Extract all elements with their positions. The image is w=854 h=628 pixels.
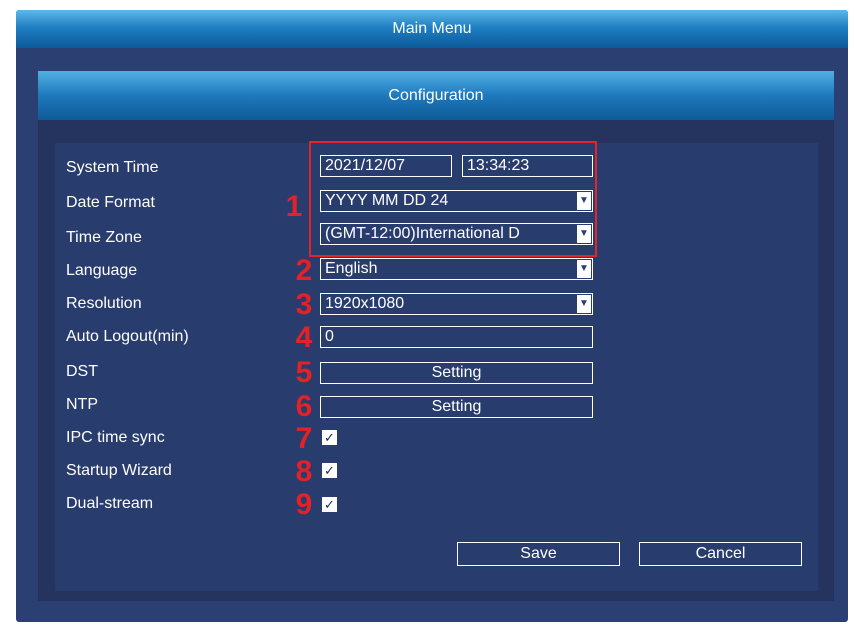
label-startup-wizard: Startup Wizard xyxy=(66,462,172,479)
chevron-down-icon[interactable]: ▼ xyxy=(577,192,591,210)
label-auto-logout: Auto Logout(min) xyxy=(66,328,189,345)
marker-2: 2 xyxy=(295,254,313,287)
dual-stream-checkbox[interactable]: ✓ xyxy=(322,497,337,512)
date-format-select[interactable]: YYYY MM DD 24 ▼ xyxy=(320,190,593,212)
marker-4: 4 xyxy=(295,321,313,354)
dst-setting-button[interactable]: Setting xyxy=(320,362,593,384)
resolution-select[interactable]: 1920x1080 ▼ xyxy=(320,293,593,315)
time-input[interactable]: 13:34:23 xyxy=(462,155,593,177)
main-menu-window: Main Menu Configuration xyxy=(16,10,848,622)
marker-3: 3 xyxy=(295,288,313,321)
auto-logout-input[interactable]: 0 xyxy=(320,326,593,348)
label-dst: DST xyxy=(66,363,98,380)
time-zone-value: (GMT-12:00)International D xyxy=(325,225,520,242)
marker-6: 6 xyxy=(295,390,313,423)
language-value: English xyxy=(325,260,378,277)
panel-title: Configuration xyxy=(38,71,834,120)
marker-9: 9 xyxy=(295,488,313,521)
label-resolution: Resolution xyxy=(66,295,142,312)
ipc-time-sync-checkbox[interactable]: ✓ xyxy=(322,430,337,445)
label-dual-stream: Dual-stream xyxy=(66,495,154,512)
ntp-setting-button[interactable]: Setting xyxy=(320,396,593,418)
label-language: Language xyxy=(66,262,138,279)
save-button[interactable]: Save xyxy=(457,542,620,566)
chevron-down-icon[interactable]: ▼ xyxy=(577,295,591,313)
marker-1: 1 xyxy=(285,190,303,223)
resolution-value: 1920x1080 xyxy=(325,295,405,312)
marker-5: 5 xyxy=(295,356,313,389)
time-zone-select[interactable]: (GMT-12:00)International D ▼ xyxy=(320,223,593,245)
date-format-value: YYYY MM DD 24 xyxy=(325,192,449,209)
label-system-time: System Time xyxy=(66,159,159,176)
marker-7: 7 xyxy=(295,422,313,455)
date-input[interactable]: 2021/12/07 xyxy=(320,155,452,177)
label-ntp: NTP xyxy=(66,396,98,413)
cancel-button[interactable]: Cancel xyxy=(639,542,802,566)
chevron-down-icon[interactable]: ▼ xyxy=(577,260,591,278)
label-time-zone: Time Zone xyxy=(66,229,142,246)
window-title: Main Menu xyxy=(16,10,848,48)
startup-wizard-checkbox[interactable]: ✓ xyxy=(322,463,337,478)
marker-8: 8 xyxy=(295,455,313,488)
chevron-down-icon[interactable]: ▼ xyxy=(577,225,591,243)
label-date-format: Date Format xyxy=(66,194,155,211)
label-ipc-time-sync: IPC time sync xyxy=(66,429,165,446)
language-select[interactable]: English ▼ xyxy=(320,258,593,280)
